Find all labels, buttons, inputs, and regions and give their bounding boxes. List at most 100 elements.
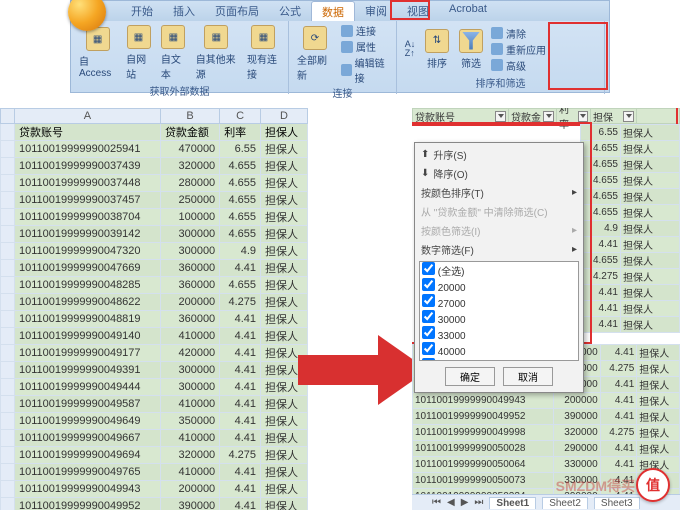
filter-option[interactable]: 27000 (420, 294, 578, 310)
tab-数据[interactable]: 数据 (311, 1, 355, 21)
table-row[interactable]: 101100199999900500282900004.41担保人 (413, 441, 680, 457)
ext-自 Access[interactable]: ▦自 Access (75, 25, 120, 81)
col-header[interactable]: B (160, 109, 219, 124)
filter-header[interactable]: 担保 (591, 109, 637, 123)
table-row[interactable]: 101100199999900495874100004.41担保人 (1, 396, 308, 413)
sort-by-color[interactable]: 按颜色排序(T)▸ (417, 183, 581, 202)
table-row[interactable]: 4.655担保人 (581, 173, 680, 189)
cancel-button[interactable]: 取消 (503, 367, 553, 386)
table-header[interactable]: 担保人 (261, 124, 308, 141)
ext-自其他来源[interactable]: ▦自其他来源 (192, 23, 241, 83)
table-row[interactable]: 4.655担保人 (581, 189, 680, 205)
nav-next-icon[interactable]: ▶ (461, 497, 469, 508)
sort-asc[interactable]: ⬆升序(S) (417, 145, 581, 164)
col-header[interactable]: D (261, 109, 308, 124)
filter-option[interactable]: 45000 (420, 358, 578, 361)
sheet-tab[interactable]: Sheet3 (594, 497, 640, 509)
filter-checklist[interactable]: (全选) 20000 27000 30000 33000 40000 45000… (419, 261, 579, 361)
dropdown-icon[interactable] (578, 111, 588, 122)
sort-button[interactable]: ⇅ 排序 (421, 27, 453, 72)
dropdown-icon[interactable] (543, 111, 554, 122)
tab-审阅[interactable]: 审阅 (355, 1, 397, 21)
checkbox[interactable] (422, 262, 435, 275)
table-row[interactable]: 101100199999900476693600004.41担保人 (1, 260, 308, 277)
sf-重新应用[interactable]: 重新应用 (489, 42, 548, 57)
nav-prev-icon[interactable]: ◀ (447, 497, 455, 508)
filter-header[interactable]: 贷款账号 (413, 109, 509, 123)
checkbox[interactable] (422, 310, 435, 323)
checkbox[interactable] (422, 358, 435, 361)
filter-option[interactable]: 30000 (420, 310, 578, 326)
col-header[interactable]: A (15, 109, 161, 124)
table-header[interactable]: 利率 (220, 124, 261, 141)
table-row[interactable]: 4.655担保人 (581, 157, 680, 173)
filter-option[interactable]: 40000 (420, 342, 578, 358)
ok-button[interactable]: 确定 (445, 367, 495, 386)
table-row[interactable]: 101100199999900374572500004.655担保人 (1, 192, 308, 209)
table-row[interactable]: 101100199999900496493500004.41担保人 (1, 413, 308, 430)
tab-开始[interactable]: 开始 (121, 1, 163, 21)
table-row[interactable]: 4.275担保人 (581, 269, 680, 285)
table-row[interactable]: 101100199999900387041000004.655担保人 (1, 209, 308, 226)
table-row[interactable]: 101100199999900500643300004.41担保人 (413, 457, 680, 473)
table-row[interactable]: 101100199999900491404100004.41担保人 (1, 328, 308, 345)
table-row[interactable]: 101100199999900374393200004.655担保人 (1, 158, 308, 175)
table-row[interactable]: 101100199999900493913000004.41担保人 (1, 362, 308, 379)
dropdown-icon[interactable] (623, 111, 634, 122)
table-row[interactable]: 4.655担保人 (581, 253, 680, 269)
table-row[interactable]: 101100199999900391423000004.655担保人 (1, 226, 308, 243)
table-row[interactable]: 4.655担保人 (581, 205, 680, 221)
sheet-tab[interactable]: Sheet2 (542, 497, 588, 509)
dropdown-icon[interactable] (495, 111, 506, 122)
table-row[interactable]: 101100199999900494443000004.41担保人 (1, 379, 308, 396)
table-row[interactable]: 101100199999900496674100004.41担保人 (1, 430, 308, 447)
tab-公式[interactable]: 公式 (269, 1, 311, 21)
table-row[interactable]: 4.9担保人 (581, 221, 680, 237)
filter-option[interactable]: (全选) (420, 262, 578, 278)
table-row[interactable]: 101100199999900259414700006.55担保人 (1, 141, 308, 158)
tab-Acrobat[interactable]: Acrobat (439, 1, 497, 21)
filter-button[interactable]: 筛选 (455, 27, 487, 72)
refresh-all-button[interactable]: ⟳ 全部刷新 (293, 24, 337, 84)
table-row[interactable]: 4.41担保人 (581, 237, 680, 253)
table-row[interactable]: 101100199999900496943200004.275担保人 (1, 447, 308, 464)
filter-option[interactable]: 33000 (420, 326, 578, 342)
left-table[interactable]: ABCD贷款账号贷款金额利率担保人10110019999990025941470… (0, 108, 308, 510)
sheet-tab[interactable]: Sheet1 (489, 497, 536, 509)
checkbox[interactable] (422, 326, 435, 339)
table-row[interactable]: 101100199999900374482800004.655担保人 (1, 175, 308, 192)
conn-连接[interactable]: 连接 (339, 23, 392, 38)
table-header[interactable]: 贷款金额 (160, 124, 219, 141)
table-header[interactable]: 贷款账号 (15, 124, 161, 141)
ext-现有连接[interactable]: ▦现有连接 (243, 23, 284, 83)
table-row[interactable]: 101100199999900499523900004.41担保人 (1, 498, 308, 510)
tab-页面布局[interactable]: 页面布局 (205, 1, 269, 21)
filter-option[interactable]: 20000 (420, 278, 578, 294)
tab-视图[interactable]: 视图 (397, 1, 439, 21)
tab-插入[interactable]: 插入 (163, 1, 205, 21)
sf-高级[interactable]: 高级 (489, 58, 548, 73)
filter-header[interactable]: 利率 (557, 109, 591, 123)
table-row[interactable]: 4.41担保人 (581, 317, 680, 333)
table-row[interactable]: 101100199999900497654100004.41担保人 (1, 464, 308, 481)
table-row[interactable]: 101100199999900486222000004.275担保人 (1, 294, 308, 311)
sf-清除[interactable]: 清除 (489, 26, 548, 41)
checkbox[interactable] (422, 342, 435, 355)
table-row[interactable]: 101100199999900491774200004.41担保人 (1, 345, 308, 362)
checkbox[interactable] (422, 294, 435, 307)
sort-az-button[interactable]: A↓Z↑ (401, 38, 419, 60)
table-row[interactable]: 101100199999900499523900004.41担保人 (413, 409, 680, 425)
table-row[interactable]: 4.655担保人 (581, 141, 680, 157)
nav-first-icon[interactable]: ⏮ (432, 497, 441, 508)
checkbox[interactable] (422, 278, 435, 291)
number-filter[interactable]: 数字筛选(F)▸ (417, 240, 581, 259)
table-row[interactable]: 101100199999900499432000004.41担保人 (1, 481, 308, 498)
filter-header[interactable]: 贷款金 (509, 109, 557, 123)
table-row[interactable]: 4.41担保人 (581, 301, 680, 317)
nav-last-icon[interactable]: ⏭ (474, 497, 483, 508)
ext-自网站[interactable]: ▦自网站 (122, 23, 155, 83)
table-row[interactable]: 101100199999900499432000004.41担保人 (413, 393, 680, 409)
right-table-upper[interactable]: 6.55担保人4.655担保人4.655担保人4.655担保人4.655担保人4… (580, 124, 680, 333)
table-row[interactable]: 101100199999900499983200004.275担保人 (413, 425, 680, 441)
table-row[interactable]: 6.55担保人 (581, 125, 680, 141)
